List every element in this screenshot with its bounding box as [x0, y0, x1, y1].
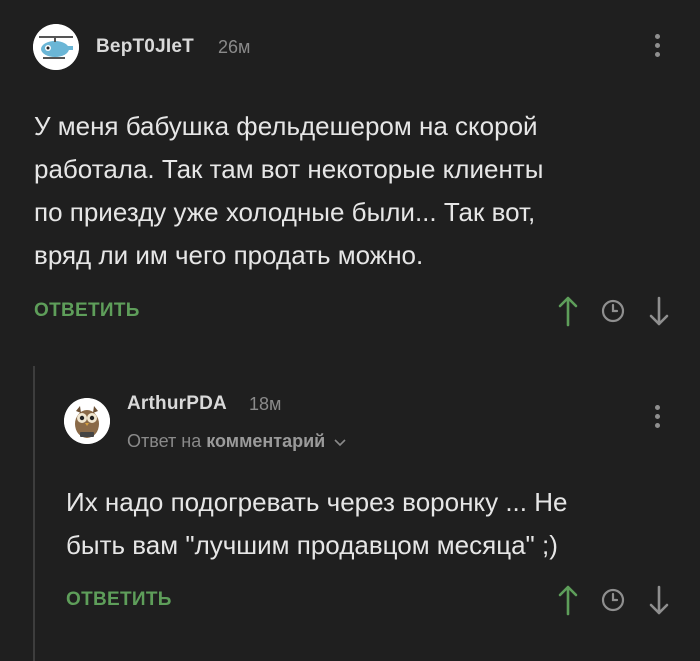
clock-icon[interactable]	[600, 298, 626, 324]
reply-button[interactable]: ОТВЕТИТЬ	[34, 300, 140, 322]
thread-line	[33, 366, 35, 661]
comment-text: У меня бабушка фельдешером на скорой раб…	[34, 105, 543, 277]
comment-line: Их надо подогревать через воронку ... Не	[66, 487, 568, 517]
reply-to-link[interactable]: Ответ на комментарий	[127, 431, 346, 452]
comment-line: быть вам "лучшим продавцом месяца" ;)	[66, 530, 558, 560]
reply-to-target: комментарий	[206, 431, 326, 451]
avatar[interactable]	[64, 398, 110, 444]
helicopter-avatar-icon	[33, 24, 79, 70]
comment-text: Их надо подогревать через воронку ... Не…	[66, 481, 567, 567]
arrow-up-icon[interactable]	[557, 295, 579, 327]
reply-to-prefix: Ответ на	[127, 431, 202, 451]
avatar[interactable]	[33, 24, 79, 70]
reply-button[interactable]: ОТВЕТИТЬ	[66, 589, 172, 611]
arrow-down-icon[interactable]	[648, 584, 670, 616]
owl-avatar-icon	[64, 398, 110, 444]
comment-line: работала. Так там вот некоторые клиенты	[34, 154, 544, 184]
username[interactable]: ArthurPDA	[127, 393, 227, 415]
username[interactable]: ВерТ0JIеТ	[96, 36, 194, 58]
more-vertical-icon[interactable]	[655, 405, 661, 432]
timestamp: 18м	[249, 394, 282, 414]
timestamp: 26м	[218, 37, 251, 57]
comment-line: вряд ли им чего продать можно.	[34, 240, 424, 270]
comment-line: по приезду уже холодные были... Так вот,	[34, 197, 536, 227]
clock-icon[interactable]	[600, 587, 626, 613]
comment-line: У меня бабушка фельдешером на скорой	[34, 111, 538, 141]
arrow-down-icon[interactable]	[648, 295, 670, 327]
chevron-down-icon	[334, 439, 346, 447]
more-vertical-icon[interactable]	[655, 34, 661, 61]
arrow-up-icon[interactable]	[557, 584, 579, 616]
